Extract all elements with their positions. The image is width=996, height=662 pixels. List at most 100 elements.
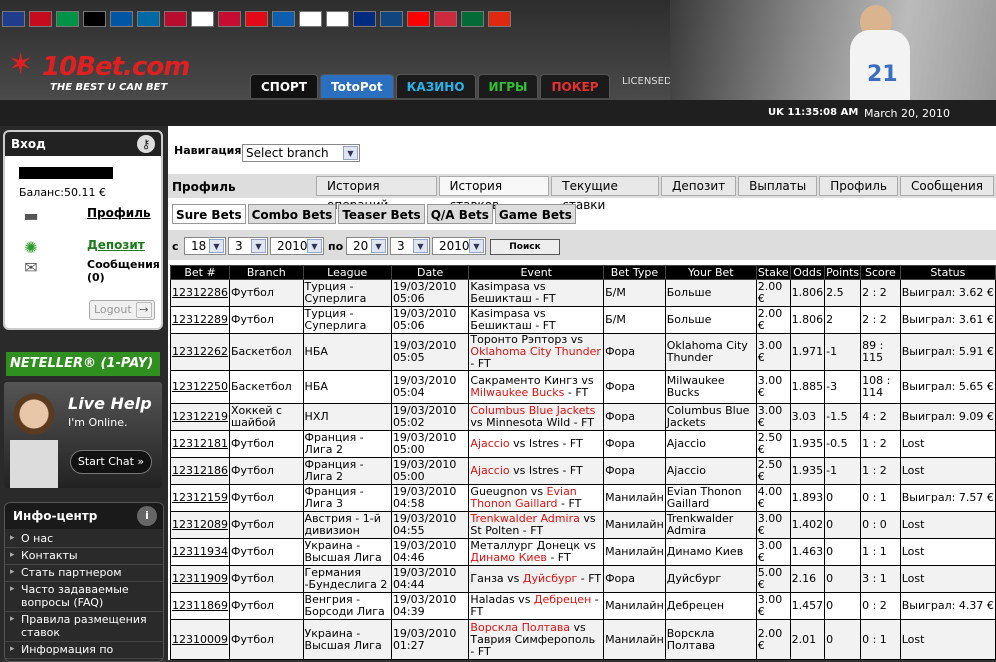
flag-se-icon[interactable] [137, 11, 160, 27]
branch-select[interactable]: Select branch ▼ [242, 144, 360, 162]
chevron-down-icon: ▼ [209, 239, 224, 253]
bet-id-link[interactable]: 12311934 [170, 538, 230, 566]
flag-fr-icon[interactable] [110, 11, 133, 27]
top-nav-item[interactable]: TotoPot [320, 74, 394, 98]
cell-stake: 3.00 € [755, 592, 791, 620]
profile-tab[interactable]: Профиль [819, 176, 898, 196]
cell-date: 19/03/2010 05:06 [390, 306, 470, 334]
cell-branch: Футбол [229, 511, 304, 539]
logout-button[interactable]: Logout → [89, 300, 155, 320]
bet-id-link[interactable]: 12312089 [170, 511, 230, 539]
cell-branch: Футбол [229, 538, 304, 566]
cell-points: -1 [824, 333, 862, 371]
bet-tab[interactable]: Combo Bets [247, 204, 337, 224]
flag-dk-icon[interactable] [218, 11, 241, 27]
top-nav-item[interactable]: ПОКЕР [540, 74, 610, 98]
info-center-item[interactable]: Часто задаваемые вопросы (FAQ) [5, 582, 163, 612]
to-month-select[interactable]: 3 ▼ [390, 237, 430, 255]
bet-id-link[interactable]: 12312289 [170, 306, 230, 334]
bet-tab[interactable]: Game Bets [494, 204, 576, 224]
neteller-banner[interactable]: NETELLER® (1-PAY) [6, 352, 160, 376]
info-center-item[interactable]: Контакты [5, 548, 163, 565]
bet-tab[interactable]: Sure Bets [172, 204, 246, 224]
cell-status: Выиграл: 9.09 € [899, 403, 996, 431]
top-nav-item[interactable]: ИГРЫ [477, 74, 539, 98]
info-center-item[interactable]: О нас [5, 531, 163, 548]
cell-score: 4 : 2 [860, 403, 901, 431]
column-header: Bet Type [603, 265, 666, 280]
flag-no-icon[interactable] [164, 11, 187, 27]
logo[interactable]: ✶ 10Bet.com THE BEST U CAN BET [8, 50, 190, 98]
cell-status: Lost [899, 430, 996, 458]
to-day-select[interactable]: 20 ▼ [346, 237, 388, 255]
bet-id-link[interactable]: 12310009 [170, 619, 230, 660]
flag-tr-icon[interactable] [245, 11, 268, 27]
sub-bar: UK 11:35:08 AM March 20, 2010 [0, 100, 996, 126]
flag-es-icon[interactable] [29, 11, 52, 27]
flag-de-icon[interactable] [83, 11, 106, 27]
cell-event: Ворскла Полтава vs Таврия Симферополь - … [468, 619, 605, 660]
bet-id-link[interactable]: 12312159 [170, 484, 230, 512]
cell-odds: 1.893 [789, 484, 826, 512]
cell-type: Фора [603, 370, 666, 404]
profile-tab[interactable]: Депозит [661, 176, 737, 196]
search-button[interactable]: Поиск [490, 239, 560, 255]
bet-id-link[interactable]: 12312181 [170, 430, 230, 458]
flag-cz-icon[interactable] [380, 11, 403, 27]
info-center-item[interactable]: Информация по [5, 642, 163, 659]
cell-stake: 3.00 € [755, 403, 791, 431]
cell-stake: 3.00 € [755, 511, 791, 539]
column-header: Branch [229, 265, 304, 280]
cell-league: Венгрия - Борсоди Лига [302, 592, 392, 620]
clock: UK 11:35:08 AM [768, 107, 859, 118]
table-row: 12310009 Футбол Украина - Высшая Лига 19/03… [170, 619, 996, 660]
event-suffix: - FT [557, 497, 582, 510]
top-nav-item[interactable]: СПОРТ [250, 74, 319, 98]
from-year-select[interactable]: 2010 ▼ [270, 237, 324, 255]
top-nav-item[interactable]: КАЗИНО [395, 74, 476, 98]
cell-bet: Trenkwalder Admira [664, 511, 757, 539]
flag-pl-icon[interactable] [326, 11, 349, 27]
from-month-select[interactable]: 3 ▼ [228, 237, 268, 255]
flag-ro-icon[interactable] [353, 11, 376, 27]
arrow-right-icon: → [136, 302, 152, 318]
profile-tab[interactable]: История операций [316, 176, 437, 212]
bet-id-link[interactable]: 12312250 [170, 370, 230, 404]
from-day-select[interactable]: 18 ▼ [184, 237, 226, 255]
cell-score: 0 : 1 [860, 619, 901, 660]
to-year-select[interactable]: 2010 ▼ [432, 237, 486, 255]
bet-id-link[interactable]: 12311869 [170, 592, 230, 620]
profile-tab[interactable]: Сообщения [900, 176, 995, 196]
info-center-item[interactable]: Правила размещения ставок [5, 612, 163, 642]
column-header: Date [390, 265, 470, 280]
bet-id-link[interactable]: 12312262 [170, 333, 230, 371]
info-center-item[interactable]: Стать партнером [5, 565, 163, 582]
cell-status: Lost [899, 619, 996, 660]
bet-id-link[interactable]: 12312286 [170, 279, 230, 307]
flag-pt-icon[interactable] [461, 11, 484, 27]
bet-id-link[interactable]: 12312186 [170, 457, 230, 485]
chevron-down-icon: ▼ [307, 239, 322, 253]
profile-tab[interactable]: Выплаты [738, 176, 818, 196]
start-chat-button[interactable]: Start Chat » [70, 450, 152, 474]
bet-id-link[interactable]: 12312219 [170, 403, 230, 431]
cell-event: Kasimpasa vs Бешикташ - FT [468, 279, 605, 307]
bet-id-link[interactable]: 12311909 [170, 565, 230, 593]
profile-tab[interactable]: История ставков [438, 176, 550, 212]
profile-tab[interactable]: Текущие ставки [551, 176, 660, 212]
key-icon[interactable]: ⚷ [137, 135, 155, 153]
chevron-down-icon: ▼ [343, 146, 358, 160]
flag-it-icon[interactable] [56, 11, 79, 27]
cell-status: Выиграл: 5.91 € [899, 333, 996, 371]
bet-tab[interactable]: Q/A Bets [426, 204, 493, 224]
flag-ru-icon[interactable] [299, 11, 322, 27]
cell-score: 1 : 2 [860, 457, 901, 485]
flag-gb-icon[interactable] [2, 11, 25, 27]
flag-gr-icon[interactable] [272, 11, 295, 27]
flag-hr-icon[interactable] [407, 11, 430, 27]
flag-fi-icon[interactable] [191, 11, 214, 27]
flag-cn-icon[interactable] [488, 11, 511, 27]
cell-league: Франция - Лига 2 [302, 457, 392, 485]
flag-hu-icon[interactable] [434, 11, 457, 27]
bet-tab[interactable]: Teaser Bets [338, 204, 425, 224]
